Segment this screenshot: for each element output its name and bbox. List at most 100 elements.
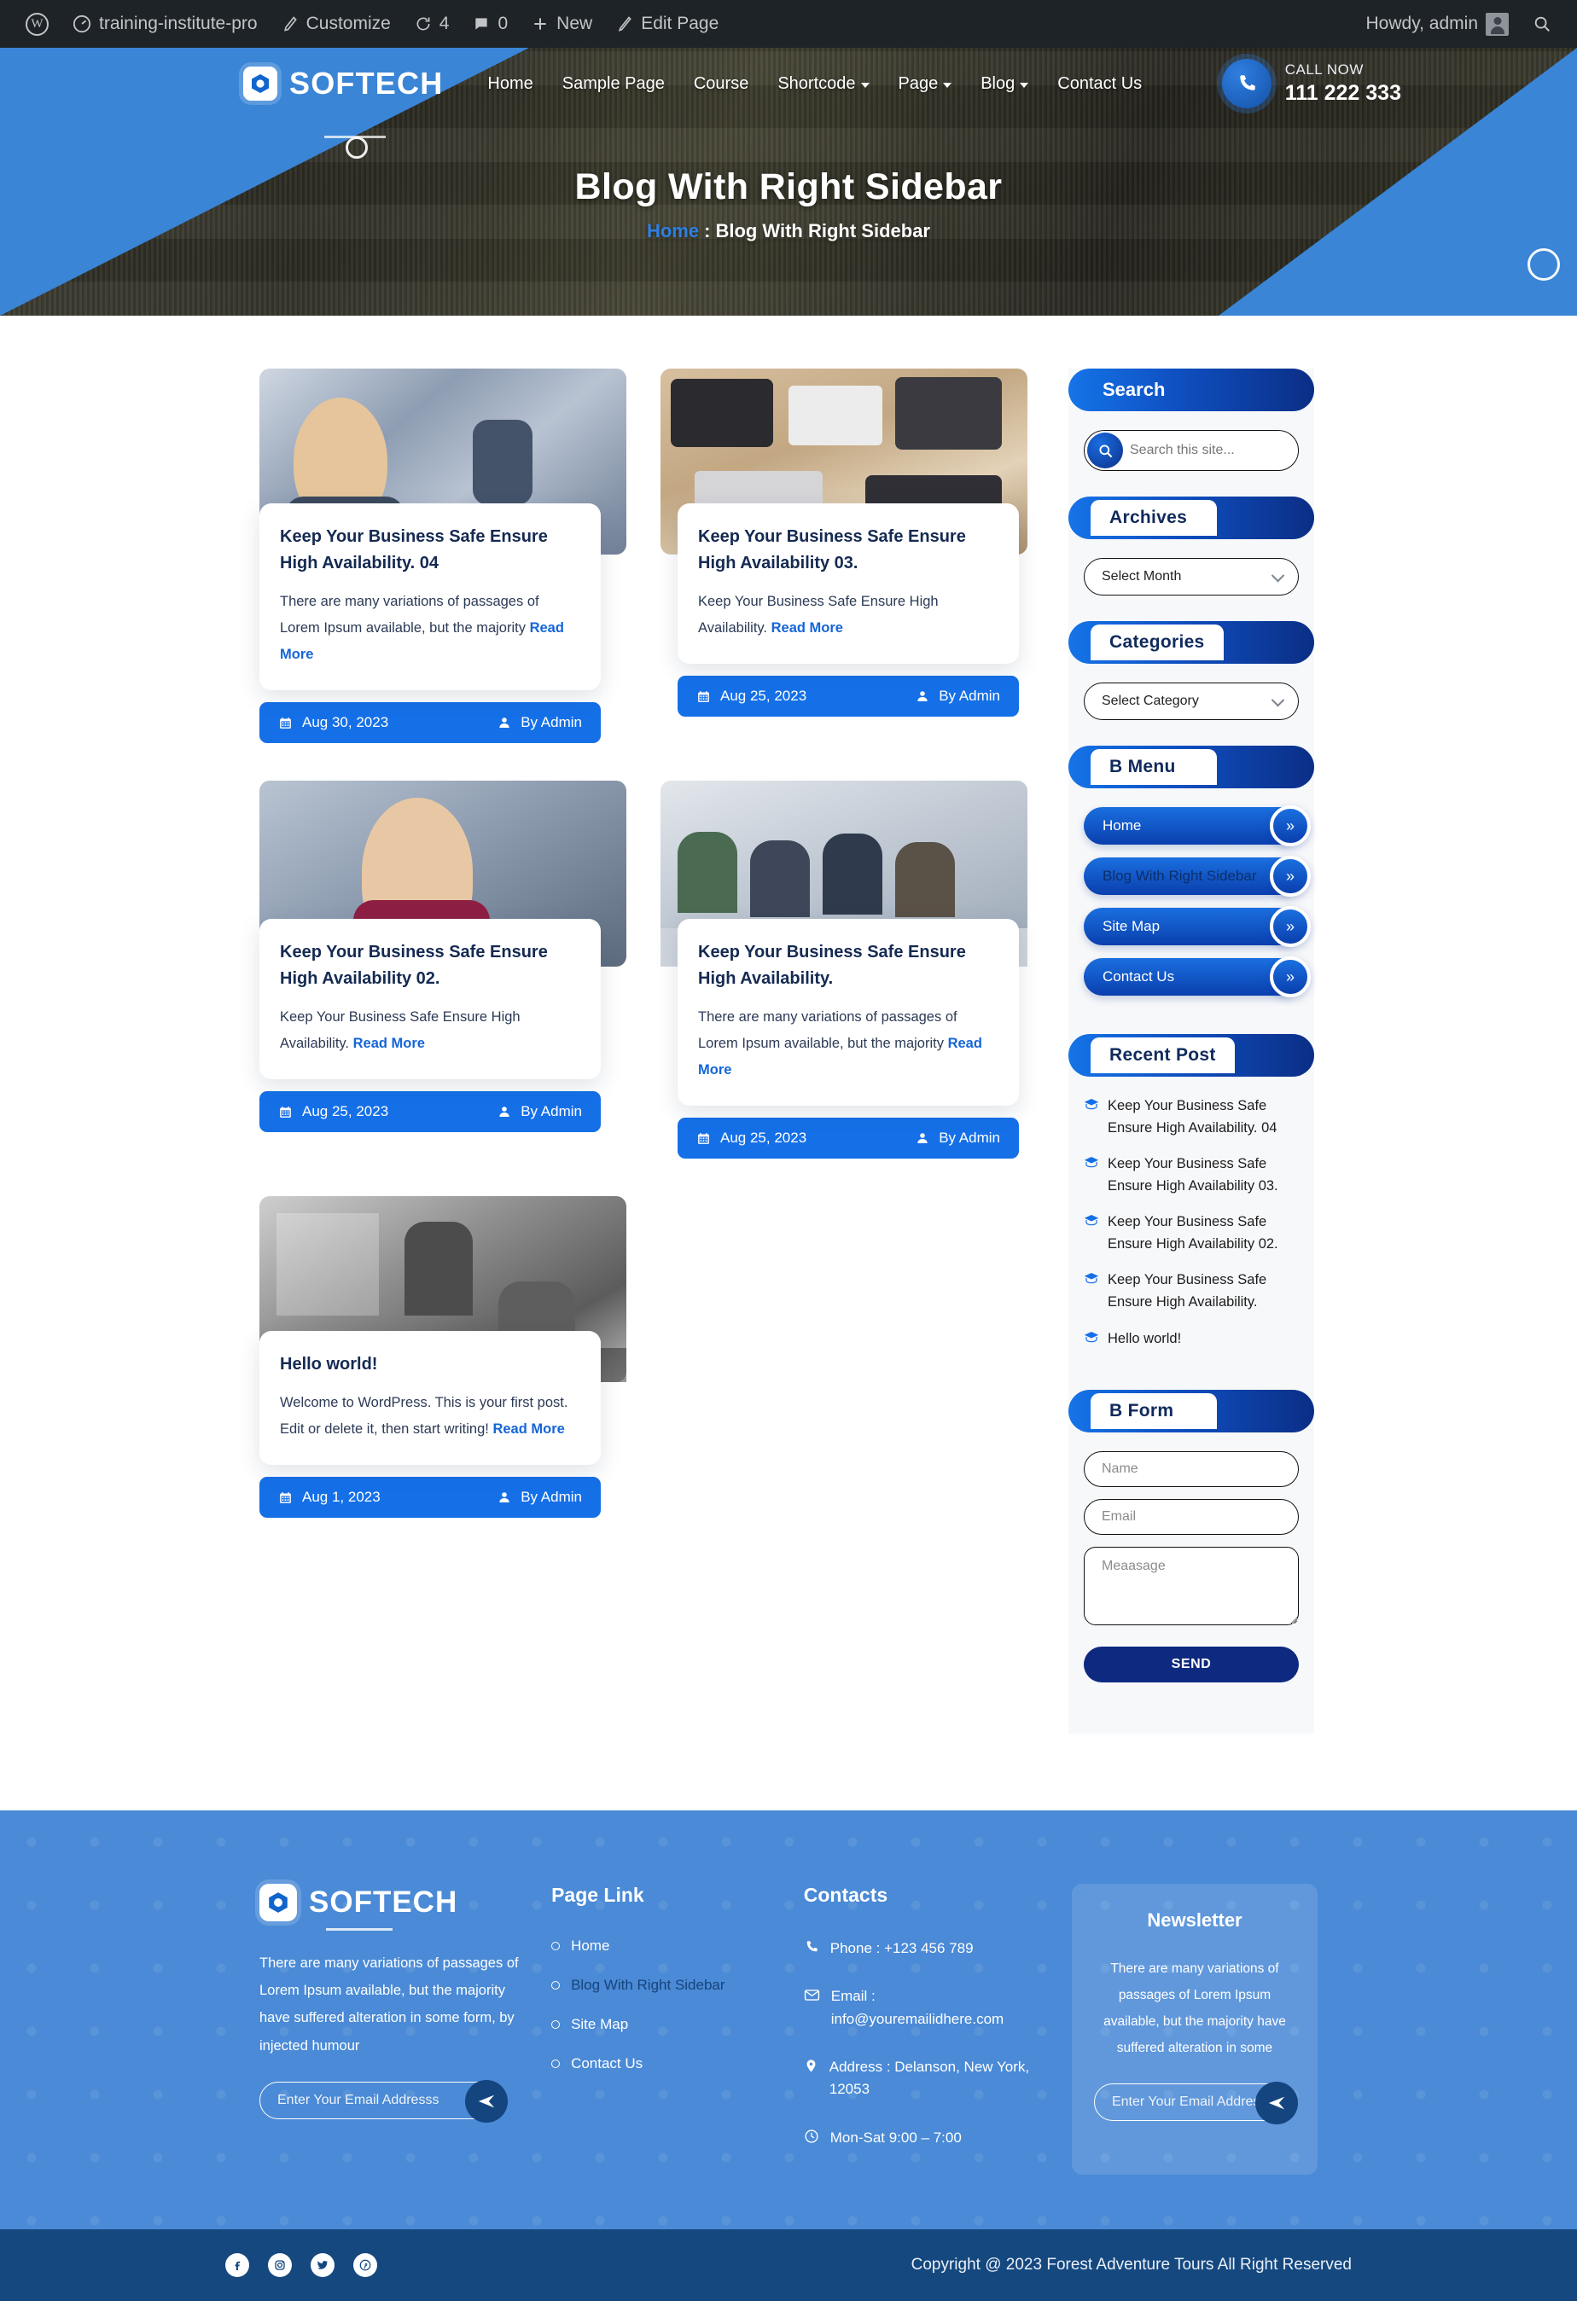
post-card[interactable]: Hello world! Welcome to WordPress. This … [259, 1196, 626, 1519]
post-card[interactable]: Keep Your Business Safe Ensure High Avai… [660, 781, 1027, 1159]
breadcrumb-home-link[interactable]: Home [647, 220, 699, 241]
categories-select[interactable]: Select Category [1084, 683, 1299, 720]
footer-contact-phone[interactable]: Phone : +123 456 789 [804, 1938, 1041, 1960]
post-excerpt-text: There are many variations of passages of… [698, 1009, 957, 1052]
read-more-link[interactable]: Read More [492, 1421, 564, 1437]
new-label: New [556, 14, 593, 33]
recent-post-item[interactable]: Keep Your Business Safe Ensure High Avai… [1084, 1211, 1299, 1255]
read-more-link[interactable]: Read More [771, 620, 843, 636]
newsletter-form[interactable] [1093, 2082, 1298, 2125]
footer-link-blog-with-right-sidebar[interactable]: Blog With Right Sidebar [551, 1977, 773, 1994]
widget-search-title: Search [1103, 379, 1166, 400]
post-body: Hello world! Welcome to WordPress. This … [259, 1331, 601, 1466]
recent-post-item[interactable]: Hello world! [1084, 1328, 1299, 1351]
logo-mark-icon [259, 1884, 297, 1922]
brand-underline [324, 136, 386, 138]
nav-label: Blog [981, 73, 1015, 93]
archives-select[interactable]: Select Month [1084, 558, 1299, 596]
search-form[interactable] [1084, 430, 1299, 471]
nav-item-course[interactable]: Course [694, 74, 748, 94]
updates-button[interactable]: 4 [403, 0, 462, 48]
howdy-label: Howdy, admin [1365, 14, 1479, 33]
new-content-button[interactable]: New [520, 0, 604, 48]
recent-post-label: Hello world! [1108, 1330, 1182, 1346]
b-menu-item-blog-with-right-sidebar[interactable]: Blog With Right Sidebar » [1084, 856, 1311, 897]
nav-item-contact-us[interactable]: Contact Us [1057, 74, 1142, 94]
footer-link-home[interactable]: Home [551, 1938, 773, 1955]
main-navigation: Home Sample Page Course Shortcode Page B… [487, 74, 1142, 94]
site-name-button[interactable]: training-institute-pro [61, 0, 270, 48]
nav-item-shortcode[interactable]: Shortcode [777, 74, 870, 94]
b-menu-item-home[interactable]: Home » [1084, 805, 1311, 846]
contact-name-input[interactable] [1084, 1451, 1299, 1488]
double-chevron-right-icon[interactable]: » [1270, 956, 1311, 997]
double-chevron-right-icon[interactable]: » [1270, 805, 1311, 846]
widget-recent-post-title: Recent Post [1091, 1037, 1235, 1073]
categories-select-value: Select Category [1102, 694, 1199, 708]
customize-button[interactable]: Customize [270, 0, 403, 48]
widget-categories-header: Categories [1068, 621, 1314, 664]
edit-icon [616, 15, 633, 32]
customize-label: Customize [306, 14, 391, 33]
adminbar-search-button[interactable] [1521, 0, 1563, 48]
brand-text: SOFTECH [289, 66, 444, 101]
footer-link-contact-us[interactable]: Contact Us [551, 2055, 773, 2072]
nav-item-sample-page[interactable]: Sample Page [562, 74, 665, 94]
site-logo[interactable]: SOFTECH [243, 66, 443, 102]
send-button[interactable]: SEND [1084, 1647, 1299, 1683]
post-title[interactable]: Keep Your Business Safe Ensure High Avai… [280, 939, 580, 992]
recent-post-label: Keep Your Business Safe Ensure High Avai… [1108, 1214, 1278, 1252]
calendar-icon [278, 1105, 293, 1119]
facebook-icon[interactable] [225, 2253, 249, 2278]
post-title[interactable]: Keep Your Business Safe Ensure High Avai… [280, 524, 580, 577]
edit-page-button[interactable]: Edit Page [604, 0, 730, 48]
post-body: Keep Your Business Safe Ensure High Avai… [259, 919, 601, 1080]
newsletter-text: There are many variations of passages of… [1103, 1961, 1286, 2056]
search-icon[interactable] [1087, 433, 1123, 468]
recent-post-item[interactable]: Keep Your Business Safe Ensure High Avai… [1084, 1269, 1299, 1313]
post-card[interactable]: Keep Your Business Safe Ensure High Avai… [259, 781, 626, 1159]
phone-icon [804, 1939, 819, 1955]
post-title[interactable]: Keep Your Business Safe Ensure High Avai… [698, 524, 998, 577]
send-icon[interactable] [465, 2079, 508, 2123]
double-chevron-right-icon[interactable]: » [1270, 906, 1311, 947]
b-menu-item-label: Blog With Right Sidebar [1103, 868, 1257, 884]
footer-contact-address[interactable]: Address : Delanson, New York, 12053 [804, 2056, 1041, 2101]
post-title[interactable]: Hello world! [280, 1351, 580, 1378]
widget-archives-title: Archives [1091, 500, 1217, 536]
read-more-link[interactable]: Read More [353, 1036, 425, 1051]
footer-contact-email[interactable]: Email : info@youremailidhere.com [804, 1985, 1041, 2031]
wp-logo-button[interactable] [14, 0, 61, 48]
twitter-icon[interactable] [311, 2253, 335, 2278]
sidebar: Search Archives [1068, 369, 1314, 1734]
breadcrumb-separator: : [704, 219, 711, 241]
double-chevron-right-icon[interactable]: » [1270, 856, 1311, 897]
comment-icon [473, 15, 490, 32]
nav-item-blog[interactable]: Blog [981, 73, 1029, 94]
comments-button[interactable]: 0 [461, 0, 520, 48]
post-date: Aug 25, 2023 [696, 1130, 806, 1147]
nav-label: Sample Page [562, 73, 665, 93]
nav-item-page[interactable]: Page [899, 74, 952, 94]
send-icon[interactable] [1254, 2082, 1298, 2125]
avatar [1486, 12, 1509, 36]
post-title[interactable]: Keep Your Business Safe Ensure High Avai… [698, 939, 998, 992]
search-input[interactable] [1123, 443, 1298, 458]
footer-logo[interactable]: SOFTECH [259, 1884, 521, 1922]
call-now-label: CALL NOW [1284, 61, 1364, 78]
b-menu-item-site-map[interactable]: Site Map » [1084, 906, 1311, 947]
footer-newsletter-form[interactable] [259, 2079, 508, 2123]
b-menu-item-contact-us[interactable]: Contact Us » [1084, 956, 1311, 997]
nav-item-home[interactable]: Home [487, 74, 532, 94]
pinterest-icon[interactable] [353, 2253, 377, 2278]
post-card[interactable]: Keep Your Business Safe Ensure High Avai… [660, 369, 1027, 743]
footer-link-site-map[interactable]: Site Map [551, 2016, 773, 2033]
instagram-icon[interactable] [268, 2253, 292, 2278]
recent-post-item[interactable]: Keep Your Business Safe Ensure High Avai… [1084, 1153, 1299, 1197]
howdy-menu[interactable]: Howdy, admin [1354, 0, 1522, 48]
contact-message-input[interactable] [1084, 1547, 1299, 1626]
call-now-block[interactable]: CALL NOW 111 222 333 [1221, 59, 1401, 108]
recent-post-item[interactable]: Keep Your Business Safe Ensure High Avai… [1084, 1095, 1299, 1139]
contact-email-input[interactable] [1084, 1499, 1299, 1536]
post-card[interactable]: Keep Your Business Safe Ensure High Avai… [259, 369, 626, 744]
